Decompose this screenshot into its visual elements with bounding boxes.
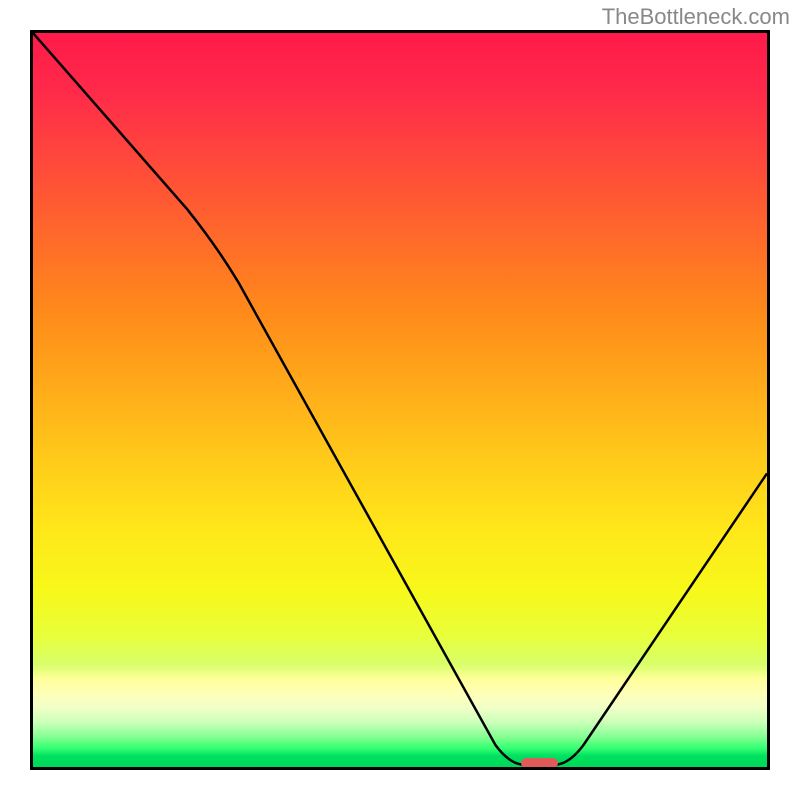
- bottleneck-curve: [33, 33, 767, 767]
- watermark-text: TheBottleneck.com: [602, 4, 790, 30]
- plot-area: [30, 30, 770, 770]
- chart-container: TheBottleneck.com: [0, 0, 800, 800]
- optimal-point-marker: [521, 758, 558, 768]
